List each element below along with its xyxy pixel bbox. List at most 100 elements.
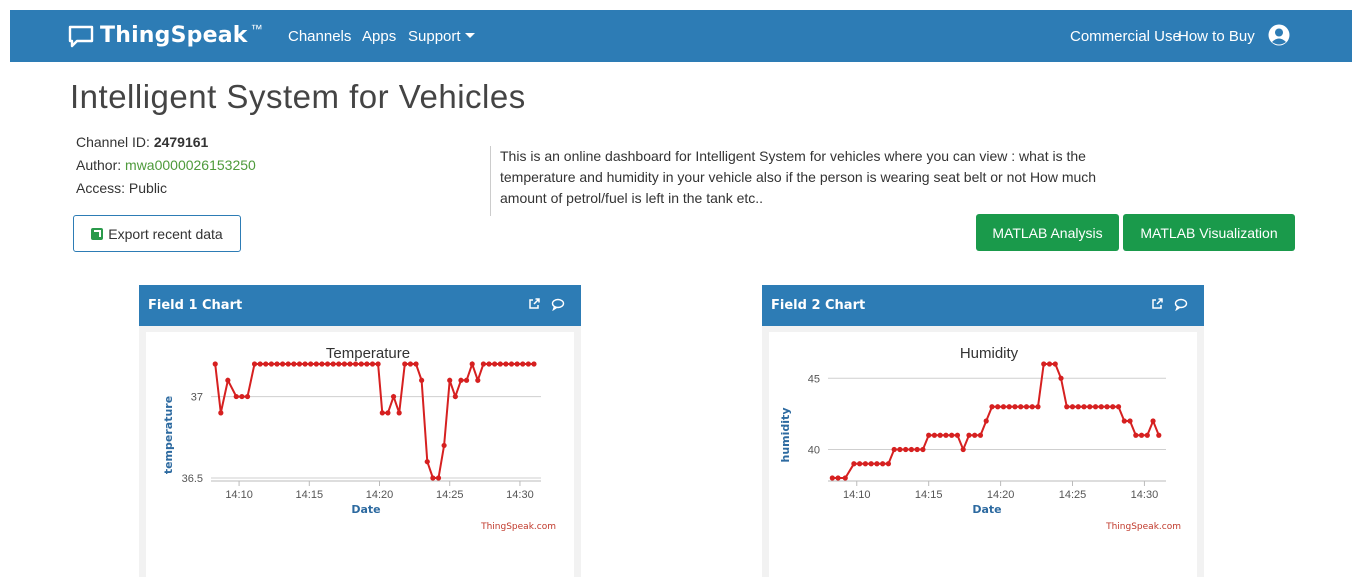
data-point: [302, 361, 308, 367]
data-point: [358, 361, 364, 367]
data-point: [452, 393, 458, 400]
data-point: [402, 361, 408, 367]
y-axis-label: temperature: [162, 396, 175, 474]
data-point: [1081, 404, 1087, 410]
data-point: [1052, 361, 1058, 367]
data-point: [857, 461, 863, 467]
series-line: [832, 363, 1160, 479]
data-point: [225, 377, 231, 383]
data-point: [475, 377, 481, 383]
x-tick-label: 14:30: [506, 489, 534, 501]
brand-logo[interactable]: ThingSpeak ™: [68, 21, 263, 48]
data-point: [1035, 404, 1041, 410]
y-tick-label: 37: [191, 392, 203, 404]
y-tick-label: 40: [808, 445, 820, 457]
data-point: [926, 432, 932, 438]
data-point: [413, 361, 419, 367]
data-point: [903, 446, 909, 453]
data-point: [463, 377, 470, 383]
panel-header: Field 1 Chart: [139, 285, 581, 326]
data-point: [379, 410, 385, 416]
x-tick-label: 14:30: [1131, 489, 1159, 501]
export-recent-data-button[interactable]: Export recent data: [73, 215, 241, 252]
channel-id-value: 2479161: [153, 134, 209, 150]
nav-commercial-use[interactable]: Commercial Use: [1070, 28, 1181, 45]
data-point: [330, 361, 336, 367]
data-point: [868, 461, 874, 467]
comment-icon[interactable]: [1174, 297, 1188, 311]
data-point: [503, 361, 509, 367]
data-point: [966, 432, 972, 438]
data-point: [1006, 404, 1012, 410]
data-point: [480, 361, 487, 367]
data-point: [914, 446, 920, 453]
data-point: [972, 432, 978, 438]
y-tick-label: 36.5: [182, 473, 203, 485]
data-point: [324, 361, 331, 367]
data-point: [364, 361, 370, 367]
data-point: [908, 446, 915, 453]
data-point: [1041, 361, 1047, 367]
author-link[interactable]: mwa0000026153250: [125, 157, 256, 173]
external-link-icon[interactable]: [1150, 297, 1164, 311]
data-point: [983, 418, 989, 424]
x-tick-label: 14:10: [843, 489, 871, 501]
data-point: [931, 432, 938, 438]
data-point: [943, 432, 949, 438]
nav-how-to-buy[interactable]: How to Buy: [1178, 28, 1255, 45]
data-point: [1138, 432, 1145, 438]
data-point: [1092, 404, 1099, 410]
data-point: [1058, 375, 1064, 381]
data-point: [995, 404, 1001, 410]
data-point: [447, 377, 453, 383]
data-point: [949, 432, 955, 438]
data-point: [218, 410, 224, 416]
nav-support[interactable]: Support: [408, 28, 475, 45]
external-link-icon[interactable]: [527, 297, 541, 311]
data-point: [920, 446, 926, 453]
data-point: [441, 442, 447, 449]
data-point: [280, 361, 286, 367]
data-point: [336, 361, 342, 367]
data-point: [257, 361, 263, 367]
x-tick-label: 14:15: [915, 489, 943, 501]
data-point: [244, 393, 251, 400]
x-tick-label: 14:15: [296, 489, 324, 501]
nav-apps[interactable]: Apps: [362, 28, 396, 45]
data-point: [353, 361, 359, 367]
chart-title: Temperature: [326, 345, 410, 362]
data-point: [977, 432, 984, 438]
data-point: [1029, 404, 1035, 410]
temperature-chart: Temperature 36.5 37 14:10 14:15 14:20 14:25 14:…: [146, 332, 574, 577]
data-point: [239, 393, 245, 400]
data-point: [891, 446, 897, 453]
data-point: [341, 361, 348, 367]
chevron-down-icon: [464, 33, 475, 38]
x-axis-label: Date: [351, 503, 380, 516]
data-point: [851, 461, 857, 467]
data-point: [1104, 404, 1110, 410]
user-avatar-icon[interactable]: [1268, 24, 1290, 46]
channel-id-label: Channel ID:: [76, 134, 154, 150]
data-point: [1012, 404, 1018, 410]
channel-access: Access: Public: [76, 180, 168, 196]
data-point: [285, 361, 291, 367]
humidity-chart: Humidity 40 45 14:10 14:15 14:20 14:25 14:30 Dat…: [769, 332, 1197, 577]
chart-credit: ThingSpeak.com: [1105, 522, 1181, 532]
data-point: [251, 361, 258, 367]
data-point: [385, 410, 391, 416]
data-point: [1127, 418, 1133, 424]
comment-icon[interactable]: [551, 297, 565, 311]
matlab-visualization-button[interactable]: MATLAB Visualization: [1123, 214, 1295, 251]
matlab-analysis-button[interactable]: MATLAB Analysis: [976, 214, 1119, 251]
data-point: [1156, 432, 1162, 438]
trademark-mark: ™: [250, 21, 263, 36]
page-title: Intelligent System for Vehicles: [70, 78, 526, 115]
nav-support-label: Support: [408, 28, 461, 45]
nav-channels[interactable]: Channels: [288, 28, 351, 45]
field-1-chart-panel: Field 1 Chart Temperature 36.5 37 14:10 14:1…: [139, 285, 581, 577]
data-point: [435, 475, 442, 481]
data-point: [937, 432, 943, 438]
data-point: [375, 361, 381, 367]
series-line: [214, 360, 534, 479]
